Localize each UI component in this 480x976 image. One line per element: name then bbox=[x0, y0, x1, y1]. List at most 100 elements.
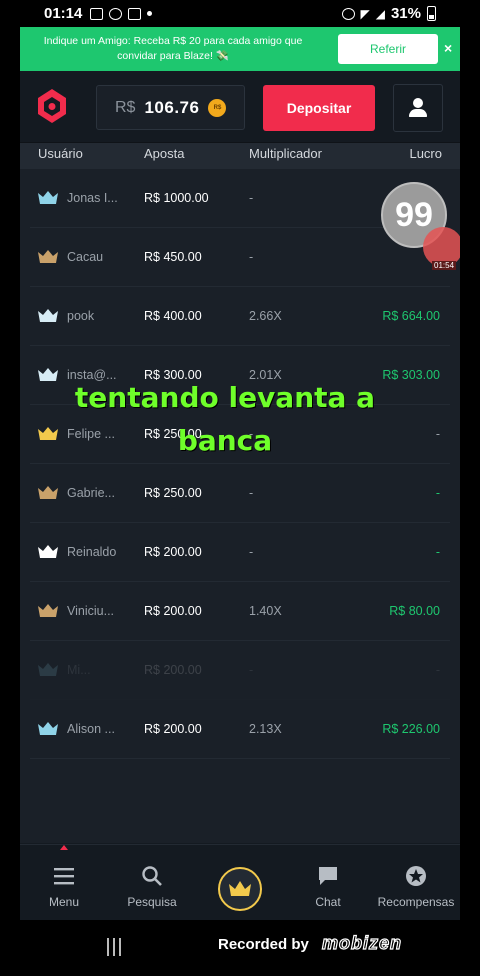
row-username: insta@... bbox=[67, 368, 117, 382]
table-row: Mi... R$ 200.00 - - bbox=[30, 641, 450, 700]
column-header-user: Usuário bbox=[38, 146, 83, 161]
user-icon bbox=[408, 98, 428, 118]
search-icon bbox=[142, 866, 162, 886]
status-time: 01:14 bbox=[44, 5, 83, 22]
row-multiplier: - bbox=[249, 191, 254, 205]
row-bet: R$ 1000.00 bbox=[144, 191, 209, 205]
app-header: R$ 106.76 R$ Depositar bbox=[20, 71, 460, 143]
row-bet: R$ 250.00 bbox=[144, 486, 202, 500]
crown-icon bbox=[38, 722, 58, 735]
crown-icon bbox=[38, 250, 58, 263]
status-right: ◤ ◢ 31% bbox=[341, 5, 436, 22]
row-profit: R$ 303.00 bbox=[382, 368, 440, 382]
row-profit: R$ 226.00 bbox=[382, 722, 440, 736]
coin-icon: R$ bbox=[208, 98, 227, 117]
row-multiplier: - bbox=[249, 250, 254, 264]
nav-search[interactable]: Pesquisa bbox=[108, 865, 196, 909]
nav-chat-label: Chat bbox=[315, 895, 341, 909]
chat-icon bbox=[319, 867, 337, 885]
user-profile-button[interactable] bbox=[393, 84, 443, 132]
row-bet: R$ 450.00 bbox=[144, 250, 202, 264]
row-profit: R$ 664.00 bbox=[382, 309, 440, 323]
nav-rewards[interactable]: Recompensas bbox=[372, 865, 460, 909]
rewards-star-icon bbox=[406, 866, 426, 886]
android-nav-bar: Recorded by mobizen bbox=[0, 920, 480, 976]
mail-icon bbox=[90, 7, 104, 20]
refer-button[interactable]: Referir bbox=[338, 34, 438, 64]
crown-icon bbox=[38, 604, 58, 617]
row-bet: R$ 200.00 bbox=[144, 545, 202, 559]
row-multiplier: 1.40X bbox=[249, 604, 282, 618]
row-bet: R$ 200.00 bbox=[144, 604, 202, 618]
crown-icon bbox=[229, 881, 251, 896]
more-dot-icon bbox=[147, 11, 153, 16]
recents-icon[interactable] bbox=[107, 938, 125, 956]
nav-rewards-label: Recompensas bbox=[377, 895, 455, 909]
balance-value: 106.76 bbox=[144, 97, 200, 117]
recorded-by-label: Recorded by bbox=[218, 936, 309, 953]
row-username: Reinaldo bbox=[67, 545, 117, 559]
crown-icon bbox=[38, 368, 58, 381]
table-row: Viniciu... R$ 200.00 1.40X R$ 80.00 bbox=[30, 582, 450, 641]
row-username: Jonas I... bbox=[67, 191, 118, 205]
mobizen-logo: mobizen bbox=[321, 932, 403, 953]
recorder-time: 01:54 bbox=[432, 261, 457, 270]
hamburger-icon bbox=[54, 868, 74, 885]
nav-games-button[interactable] bbox=[218, 867, 262, 911]
deposit-button[interactable]: Depositar bbox=[263, 85, 375, 131]
promo-banner: Indique um Amigo: Receba R$ 20 para cada… bbox=[20, 27, 460, 71]
row-multiplier: 2.01X bbox=[249, 368, 282, 382]
row-profit: - bbox=[435, 486, 440, 500]
app-screen: Indique um Amigo: Receba R$ 20 para cada… bbox=[20, 27, 460, 920]
nav-chat[interactable]: Chat bbox=[284, 865, 372, 909]
row-profit: - bbox=[435, 663, 440, 677]
nav-menu-label: Menu bbox=[48, 895, 80, 909]
row-multiplier: - bbox=[249, 663, 254, 677]
promo-text: Indique um Amigo: Receba R$ 20 para cada… bbox=[43, 35, 303, 62]
row-profit: R$ 80.00 bbox=[389, 604, 440, 618]
table-row: pook R$ 400.00 2.66X R$ 664.00 bbox=[30, 287, 450, 346]
row-multiplier: - bbox=[249, 486, 254, 500]
row-username: Cacau bbox=[67, 250, 104, 264]
notification-icons bbox=[90, 7, 153, 20]
active-indicator-icon bbox=[60, 845, 68, 850]
table-row: Reinaldo R$ 200.00 - - bbox=[30, 523, 450, 582]
row-username: Gabrie... bbox=[67, 486, 115, 500]
table-header: Usuário Aposta Multiplicador Lucro bbox=[20, 143, 460, 169]
bets-table: Usuário Aposta Multiplicador Lucro Jonas… bbox=[20, 143, 460, 843]
wifi-icon: ◤ bbox=[360, 6, 370, 21]
row-multiplier: - bbox=[249, 545, 254, 559]
close-icon[interactable]: × bbox=[444, 40, 452, 56]
image-icon bbox=[128, 7, 142, 20]
app-icon bbox=[109, 7, 123, 20]
caption-line-1: tentando levanta a bbox=[74, 381, 376, 414]
crown-icon bbox=[38, 309, 58, 322]
row-bet: R$ 200.00 bbox=[144, 663, 202, 677]
battery-icon bbox=[427, 6, 436, 21]
battery-percent: 31% bbox=[390, 5, 421, 22]
column-header-profit: Lucro bbox=[409, 146, 442, 161]
row-multiplier: 2.13X bbox=[249, 722, 282, 736]
crown-icon bbox=[38, 663, 58, 676]
crown-icon bbox=[38, 191, 58, 204]
row-profit: - bbox=[435, 545, 440, 559]
blaze-logo-icon[interactable] bbox=[36, 88, 68, 124]
row-profit: - bbox=[435, 427, 440, 441]
column-header-bet: Aposta bbox=[144, 146, 185, 161]
row-username: Viniciu... bbox=[67, 604, 115, 618]
column-header-multiplier: Multiplicador bbox=[249, 146, 322, 161]
nav-search-label: Pesquisa bbox=[127, 895, 177, 909]
bottom-nav: Menu Pesquisa Chat Recompensas bbox=[20, 844, 460, 920]
balance-currency: R$ bbox=[115, 98, 136, 116]
caption-line-2: banca bbox=[177, 424, 273, 457]
row-username: Mi... bbox=[67, 663, 91, 677]
status-left: 01:14 bbox=[44, 5, 342, 22]
row-bet: R$ 200.00 bbox=[144, 722, 202, 736]
table-row: Alison ... R$ 200.00 2.13X R$ 226.00 bbox=[30, 700, 450, 759]
status-bar: 01:14 ◤ ◢ 31% bbox=[0, 0, 480, 27]
nav-menu[interactable]: Menu bbox=[20, 865, 108, 909]
balance-display[interactable]: R$ 106.76 R$ bbox=[96, 85, 245, 130]
table-row: Cacau R$ 450.00 - bbox=[30, 228, 450, 287]
row-multiplier: 2.66X bbox=[249, 309, 282, 323]
row-username: pook bbox=[67, 309, 95, 323]
